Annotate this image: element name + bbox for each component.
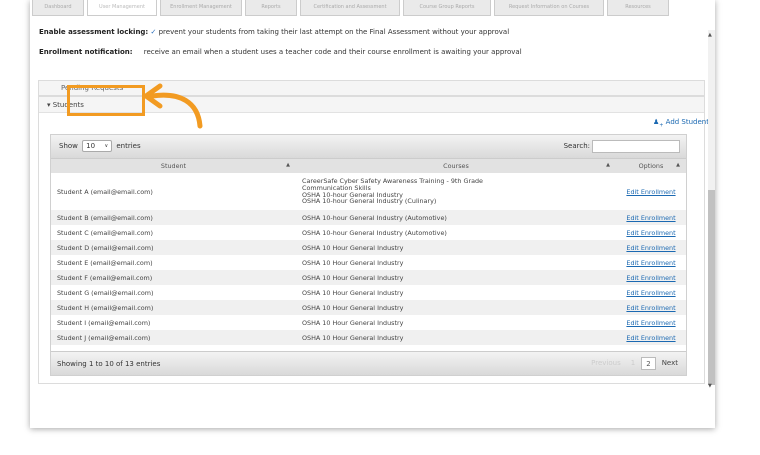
table-row: Student J (email@email.com) OSHA 10 Hour… — [51, 330, 686, 345]
page-2-button[interactable]: 2 — [641, 357, 656, 370]
edit-enrollment-link[interactable]: Edit Enrollment — [626, 289, 675, 297]
tab-dashboard[interactable]: Dashboard — [32, 0, 84, 16]
next-button[interactable]: Next — [658, 357, 682, 370]
table-row: Student C (email@email.com) OSHA 10-hour… — [51, 225, 686, 240]
table-row: Student D (email@email.com) OSHA 10 Hour… — [51, 240, 686, 255]
courses-cell: OSHA 10 Hour General Industry — [296, 330, 616, 345]
table-row: Student A (email@email.com) CareerSafe C… — [51, 173, 686, 210]
courses-cell: CareerSafe Cyber Safety Awareness Traini… — [302, 177, 483, 206]
enrollment-notification-text: receive an email when a student uses a t… — [143, 48, 522, 56]
vertical-scrollbar[interactable] — [708, 30, 715, 385]
tab-reports[interactable]: Reports — [245, 0, 297, 16]
student-cell: Student F (email@email.com) — [51, 270, 296, 285]
search-input[interactable] — [592, 140, 680, 153]
edit-enrollment-link[interactable]: Edit Enrollment — [626, 244, 675, 252]
search-label: Search: — [563, 142, 590, 150]
sort-icon: ▲ — [676, 162, 680, 168]
student-cell: Student J (email@email.com) — [51, 330, 296, 345]
header-options[interactable]: Options ▲ — [616, 159, 686, 173]
student-cell: Student A (email@email.com) — [57, 187, 153, 196]
entries-select[interactable]: 10 ∨ — [82, 140, 113, 152]
student-cell: Student I (email@email.com) — [57, 318, 151, 327]
students-highlight-box — [67, 85, 145, 116]
curved-arrow-icon — [143, 83, 203, 129]
add-student-label: Add Student — [665, 118, 709, 126]
scroll-up-icon[interactable]: ▲ — [708, 32, 712, 38]
pagination: Previous 1 2 Next — [587, 357, 682, 370]
assessment-locking-label: Enable assessment locking: — [39, 28, 149, 36]
courses-cell: OSHA 10 Hour General Industry — [302, 318, 404, 327]
courses-cell: OSHA 10 Hour General Industry — [302, 258, 404, 267]
tab-course-group-reports[interactable]: Course Group Reports — [403, 0, 491, 16]
students-table: Student ▲ Courses ▲ Options ▲ Student A (em… — [51, 159, 686, 345]
tab-request-information[interactable]: Request Information on Courses — [494, 0, 604, 16]
checkmark-icon[interactable]: ✓ — [150, 28, 156, 36]
edit-enrollment-link[interactable]: Edit Enrollment — [626, 214, 675, 222]
scroll-down-icon[interactable]: ▼ — [708, 383, 712, 389]
add-student-button[interactable]: ♟+ Add Student — [653, 118, 709, 128]
student-cell: Student D (email@email.com) — [51, 240, 296, 255]
assessment-locking-row: Enable assessment locking: ✓ prevent you… — [39, 28, 708, 40]
edit-enrollment-link[interactable]: Edit Enrollment — [626, 188, 675, 196]
edit-enrollment-link[interactable]: Edit Enrollment — [626, 334, 675, 342]
sort-icon: ▲ — [606, 162, 610, 168]
student-cell: Student E (email@email.com) — [57, 258, 153, 267]
show-label: Show — [59, 142, 78, 150]
table-row: Student B (email@email.com) OSHA 10-hour… — [51, 210, 686, 225]
enrollment-notification-label: Enrollment notification: — [39, 48, 133, 56]
courses-cell: OSHA 10 Hour General Industry — [302, 288, 404, 297]
tab-resources[interactable]: Resources — [607, 0, 669, 16]
header-courses[interactable]: Courses ▲ — [296, 159, 616, 173]
student-cell: Student C (email@email.com) — [57, 228, 153, 237]
header-student[interactable]: Student ▲ — [51, 159, 296, 173]
edit-enrollment-link[interactable]: Edit Enrollment — [626, 274, 675, 282]
tab-bar: Dashboard User Management Enrollment Man… — [30, 0, 708, 16]
edit-enrollment-link[interactable]: Edit Enrollment — [626, 259, 675, 267]
page-1-button[interactable]: 1 — [627, 357, 639, 370]
chevron-down-icon: ∨ — [104, 143, 109, 149]
app-window: Dashboard User Management Enrollment Man… — [30, 0, 715, 428]
courses-cell: OSHA 10 Hour General Industry — [296, 270, 616, 285]
settings-section: Enable assessment locking: ✓ prevent you… — [30, 16, 708, 60]
tab-user-management[interactable]: User Management — [87, 0, 157, 16]
table-footer: Showing 1 to 10 of 13 entries Previous 1… — [51, 351, 686, 375]
table-row: Student I (email@email.com) OSHA 10 Hour… — [51, 315, 686, 330]
scrollbar-thumb[interactable] — [708, 190, 715, 385]
add-user-icon: ♟+ — [652, 118, 664, 129]
enrollment-notification-row: Enrollment notification: receive an emai… — [39, 48, 708, 60]
previous-button[interactable]: Previous — [587, 357, 625, 370]
student-cell: Student B (email@email.com) — [51, 210, 296, 225]
edit-enrollment-link[interactable]: Edit Enrollment — [626, 229, 675, 237]
table-row: Student F (email@email.com) OSHA 10 Hour… — [51, 270, 686, 285]
table-row: Student E (email@email.com) OSHA 10 Hour… — [51, 255, 686, 270]
table-row: Student H (email@email.com) OSHA 10 Hour… — [51, 300, 686, 315]
students-table-wrapper: Show 10 ∨ entries Search: Student ▲ Cours… — [50, 134, 687, 376]
table-row: Student G (email@email.com) OSHA 10 Hour… — [51, 285, 686, 300]
student-cell: Student H (email@email.com) — [51, 300, 296, 315]
entries-label: entries — [116, 142, 141, 150]
sort-up-icon: ▲ — [286, 162, 290, 168]
courses-cell: OSHA 10 Hour General Industry — [296, 300, 616, 315]
table-toolbar: Show 10 ∨ entries Search: — [51, 135, 686, 159]
entries-info: Showing 1 to 10 of 13 entries — [57, 360, 161, 368]
assessment-locking-text: prevent your students from taking their … — [158, 28, 510, 36]
courses-cell: OSHA 10 Hour General Industry — [296, 240, 616, 255]
tab-certification[interactable]: Certification and Assessment — [300, 0, 400, 16]
edit-enrollment-link[interactable]: Edit Enrollment — [626, 319, 675, 327]
tab-enrollment-management[interactable]: Enrollment Management — [160, 0, 242, 16]
student-cell: Student G (email@email.com) — [57, 288, 154, 297]
courses-cell: OSHA 10-hour General Industry (Automotiv… — [296, 210, 616, 225]
edit-enrollment-link[interactable]: Edit Enrollment — [626, 304, 675, 312]
courses-cell: OSHA 10-hour General Industry (Automotiv… — [302, 228, 447, 237]
